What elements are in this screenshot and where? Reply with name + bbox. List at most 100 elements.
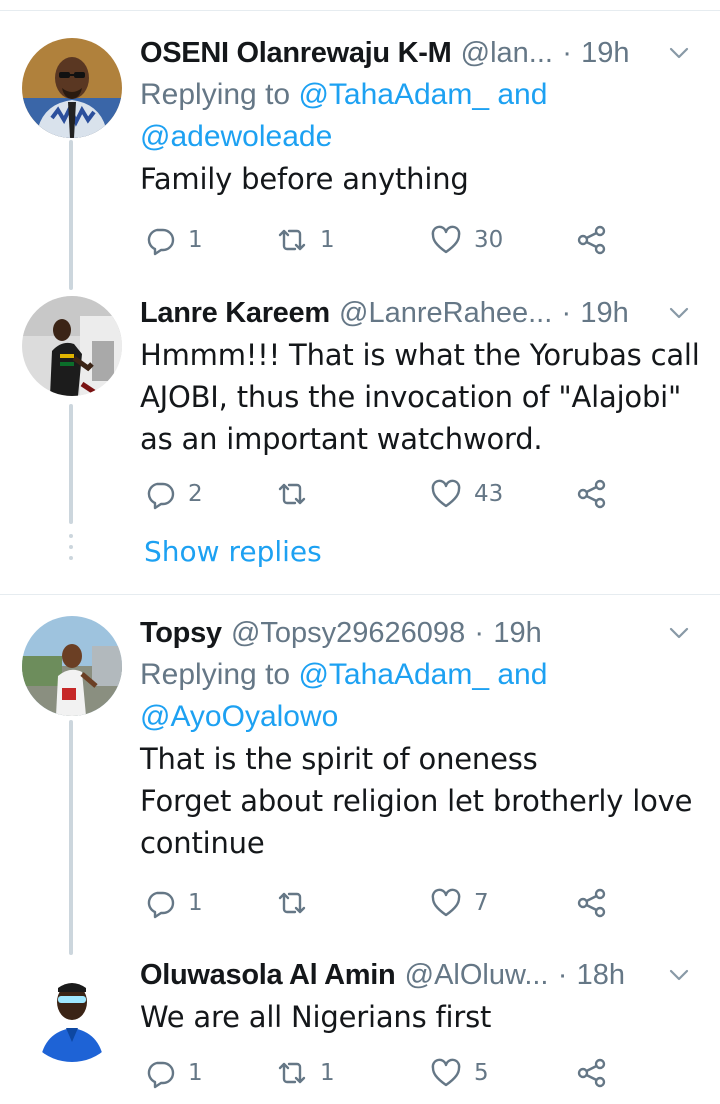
user-handle[interactable]: @AlOluw... <box>405 959 549 991</box>
reply-button[interactable]: 2 <box>144 474 203 514</box>
like-count: 7 <box>474 890 489 916</box>
separator: · <box>557 959 568 991</box>
tweet-text-line: continue <box>140 826 265 860</box>
share-icon <box>577 1058 606 1088</box>
separator: · <box>562 37 572 69</box>
tweet-header: Oluwasola Al Amin @AlOluw... · 18h <box>140 952 700 996</box>
timestamp[interactable]: 18h <box>577 959 625 991</box>
retweet-icon <box>278 892 306 914</box>
tweet[interactable]: Oluwasola Al Amin @AlOluw... · 18h We ar… <box>140 952 700 1038</box>
avatar[interactable] <box>22 296 122 396</box>
mention-link[interactable]: @TahaAdam_ <box>298 658 489 691</box>
reply-count: 1 <box>188 227 203 253</box>
tweet-header: Lanre Kareem @LanreRahee... · 19h <box>140 290 700 334</box>
tweet-actions: 1 1 30 <box>140 220 620 260</box>
reply-icon <box>147 228 175 256</box>
display-name[interactable]: Topsy <box>140 617 222 649</box>
reply-count: 1 <box>188 890 203 916</box>
top-divider <box>0 10 720 11</box>
tweet-text-line: Forget about religion let brotherly love <box>140 784 693 818</box>
display-name[interactable]: Oluwasola Al Amin <box>140 959 396 991</box>
reply-icon <box>147 482 175 510</box>
section-divider <box>0 594 720 595</box>
like-count: 43 <box>474 481 504 507</box>
reply-button[interactable]: 1 <box>144 1053 203 1093</box>
display-name[interactable]: Lanre Kareem <box>140 297 330 329</box>
show-replies-link[interactable]: Show replies <box>144 532 322 572</box>
timestamp[interactable]: 19h <box>580 297 628 329</box>
retweet-button[interactable] <box>276 883 320 923</box>
avatar[interactable] <box>22 616 122 716</box>
tweet-text: We are all Nigerians first <box>140 996 700 1038</box>
retweet-count: 1 <box>320 227 335 253</box>
reply-count: 1 <box>188 1060 203 1086</box>
separator: · <box>561 297 572 329</box>
chevron-down-icon[interactable] <box>664 298 694 328</box>
replying-and[interactable]: and <box>497 78 547 111</box>
retweet-icon <box>278 229 306 251</box>
share-button[interactable] <box>576 474 608 514</box>
share-button[interactable] <box>576 220 608 260</box>
tweet-text-line: AJOBI, thus the invocation of "Alajobi" <box>140 380 682 414</box>
user-handle[interactable]: @lan... <box>461 37 553 69</box>
replying-and[interactable]: and <box>497 658 547 691</box>
tweet[interactable]: Topsy @Topsy29626098 · 19h Replying to @… <box>140 610 700 864</box>
tweet[interactable]: Lanre Kareem @LanreRahee... · 19h Hmmm!!… <box>140 290 700 460</box>
heart-icon <box>431 225 461 254</box>
timestamp[interactable]: 19h <box>581 37 629 69</box>
reply-count: 2 <box>188 481 203 507</box>
reply-button[interactable]: 1 <box>144 883 203 923</box>
reply-button[interactable]: 1 <box>144 220 203 260</box>
avatar[interactable] <box>22 38 122 138</box>
tweet-actions: 1 1 5 <box>140 1053 620 1093</box>
chevron-down-icon[interactable] <box>664 618 694 648</box>
user-handle[interactable]: @Topsy29626098 <box>231 617 465 649</box>
tweet[interactable]: OSENI Olanrewaju K-M @lan... · 19h Reply… <box>140 30 700 200</box>
tweet-header: Topsy @Topsy29626098 · 19h <box>140 610 700 654</box>
retweet-count: 1 <box>320 1060 335 1086</box>
tweet-text-line: Family before anything <box>140 162 469 196</box>
separator: · <box>474 617 485 649</box>
like-button[interactable]: 30 <box>430 220 503 260</box>
chevron-down-icon[interactable] <box>664 38 694 68</box>
tweet-text-line: That is the spirit of oneness <box>140 742 538 776</box>
mention-link[interactable]: @adewoleade <box>140 120 332 153</box>
retweet-button[interactable] <box>276 474 320 514</box>
reply-icon <box>147 1061 175 1089</box>
thread-line <box>69 404 73 524</box>
thread-line <box>69 720 73 955</box>
tweet-text-line: as an important watchword. <box>140 422 543 456</box>
like-button[interactable]: 5 <box>430 1053 489 1093</box>
share-icon <box>577 888 606 918</box>
display-name[interactable]: OSENI Olanrewaju K-M <box>140 37 452 69</box>
user-handle[interactable]: @LanreRahee... <box>339 297 552 329</box>
tweet-text-line: We are all Nigerians first <box>140 1000 492 1034</box>
heart-icon <box>431 479 461 508</box>
like-button[interactable]: 43 <box>430 474 503 514</box>
thread-dot <box>69 534 73 538</box>
avatar[interactable] <box>22 962 122 1062</box>
replying-prefix: Replying to <box>140 78 291 111</box>
replying-to: Replying to @TahaAdam_ and @adewoleade <box>140 74 700 158</box>
like-count: 5 <box>474 1060 489 1086</box>
retweet-button[interactable]: 1 <box>276 220 335 260</box>
chevron-down-icon[interactable] <box>664 960 694 990</box>
mention-link[interactable]: @TahaAdam_ <box>298 78 489 111</box>
timestamp[interactable]: 19h <box>493 617 541 649</box>
share-button[interactable] <box>576 883 608 923</box>
retweet-button[interactable]: 1 <box>276 1053 335 1093</box>
tweet-text: That is the spirit of oneness Forget abo… <box>140 738 700 864</box>
tweet-actions: 2 43 <box>140 474 620 514</box>
tweet-text-line: Hmmm!!! That is what the Yorubas call <box>140 338 700 372</box>
tweet-header: OSENI Olanrewaju K-M @lan... · 19h <box>140 30 700 74</box>
mention-link[interactable]: @AyoOyalowo <box>140 700 338 733</box>
share-button[interactable] <box>576 1053 608 1093</box>
thread-line <box>69 140 73 290</box>
heart-icon <box>431 888 461 917</box>
thread-dot <box>69 556 73 560</box>
share-icon <box>577 225 606 255</box>
retweet-icon <box>278 1062 306 1084</box>
like-button[interactable]: 7 <box>430 883 489 923</box>
replying-to: Replying to @TahaAdam_ and @AyoOyalowo <box>140 654 700 738</box>
share-icon <box>577 479 606 509</box>
